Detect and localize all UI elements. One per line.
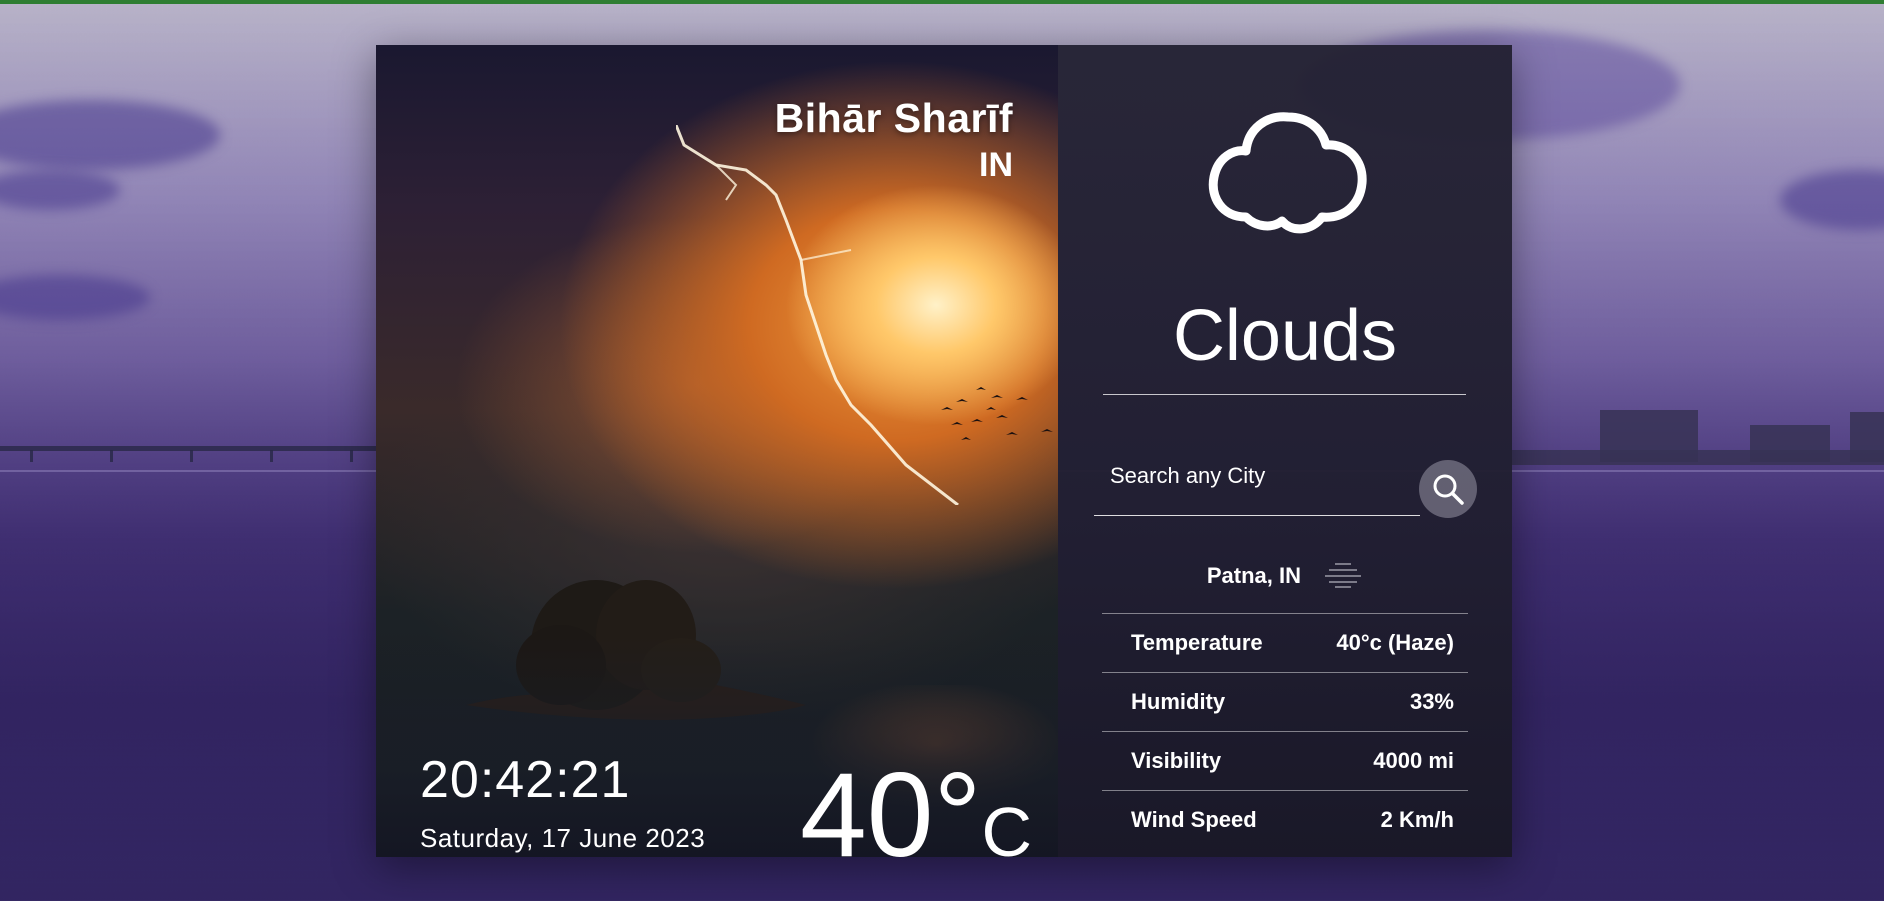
divider [1103, 394, 1466, 395]
search-input[interactable] [1094, 454, 1420, 498]
weather-app: Bihār Sharīf IN 20:42:21 Saturday, 17 Ju… [376, 45, 1512, 857]
detail-row-temperature: Temperature 40°c (Haze) [1102, 613, 1468, 672]
detail-row-wind-speed: Wind Speed 2 Km/h [1102, 790, 1468, 849]
country-code: IN [979, 146, 1013, 184]
detail-value: 2 Km/h [1380, 807, 1454, 832]
weather-details-panel: Clouds Patna, IN Temperatu [1058, 45, 1512, 857]
current-time: 20:42:21 [420, 751, 631, 809]
detail-label: Humidity [1131, 689, 1226, 714]
birds-graphic [941, 387, 1053, 440]
location-label: Patna, IN [1206, 562, 1301, 588]
detail-label: Wind Speed [1131, 807, 1257, 832]
haze-icon [1323, 560, 1363, 594]
city-block: Bihār Sharīf IN [775, 95, 1013, 185]
temperature-unit: C [981, 793, 1033, 857]
temperature-degree-symbol: ° [933, 748, 982, 857]
search-box [1094, 454, 1420, 516]
detail-row-visibility: Visibility 4000 mi [1102, 731, 1468, 790]
weather-condition: Clouds [1172, 296, 1398, 376]
current-temperature: 40°C [800, 755, 1032, 857]
detail-value: 33% [1409, 689, 1454, 714]
detail-value: 40°c (Haze) [1336, 630, 1454, 655]
detail-value: 4000 mi [1373, 748, 1454, 773]
current-date: Saturday, 17 June 2023 [420, 823, 706, 853]
search-button[interactable] [1419, 460, 1477, 518]
detail-label: Temperature [1131, 630, 1263, 655]
temperature-value: 40 [800, 748, 934, 857]
search-icon [1433, 474, 1464, 505]
weather-hero-panel: Bihār Sharīf IN 20:42:21 Saturday, 17 Ju… [376, 45, 1058, 857]
top-accent-bar [0, 0, 1884, 4]
detail-label: Visibility [1131, 748, 1222, 773]
city-name: Bihār Sharīf [774, 95, 1013, 141]
detail-row-humidity: Humidity 33% [1102, 672, 1468, 731]
searched-location: Patna, IN [1058, 560, 1512, 594]
cloud-icon [1208, 112, 1367, 234]
